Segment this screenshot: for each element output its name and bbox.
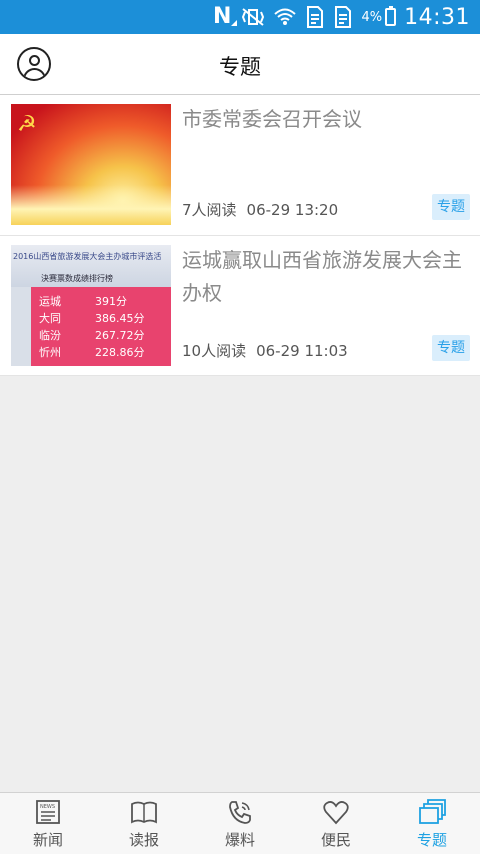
battery-percent: 4% — [361, 9, 383, 25]
nav-label: 专题 — [416, 831, 447, 849]
nav-item-tipoff[interactable]: 爆料 — [192, 793, 288, 854]
photo-subtitle-text: 決赛票数成绩排行榜 — [41, 274, 113, 283]
clock: 14:31 — [404, 4, 470, 30]
party-emblem-icon: ☭ — [17, 112, 37, 137]
topic-tag: 专题 — [432, 335, 470, 361]
nav-item-read-paper[interactable]: 读报 — [96, 793, 192, 854]
read-count: 10人阅读 — [182, 342, 247, 360]
article-meta: 10人阅读 06-29 11:03 — [182, 340, 348, 361]
bottom-nav: NEWS 新闻 读报 爆料 便民 专题 — [0, 792, 480, 854]
sim-card-icon — [305, 6, 325, 28]
open-paper-icon — [131, 801, 157, 824]
article-title: 市委常委会召开会议 — [182, 107, 362, 131]
article-meta: 7人阅读 06-29 13:20 — [182, 199, 338, 220]
photo-row: 运城 391分 — [39, 295, 127, 308]
stacked-cards-icon — [419, 799, 446, 824]
status-bar: N 4% 14:31 — [0, 0, 480, 34]
topic-tag: 专题 — [432, 194, 470, 220]
article-thumbnail: ☭ — [11, 104, 171, 225]
publish-time: 06-29 13:20 — [246, 201, 339, 219]
article-list: ☭ 市委常委会召开会议 7人阅读 06-29 13:20 专题 2016山西省旅游… — [0, 95, 480, 376]
nav-label: 爆料 — [224, 831, 255, 849]
photo-row: 忻州 228.86分 — [39, 346, 145, 359]
heart-icon — [323, 801, 349, 825]
svg-text:NEWS: NEWS — [40, 804, 55, 810]
photo-row: 大同 386.45分 — [39, 312, 145, 325]
nav-label: 读报 — [128, 831, 159, 849]
list-item[interactable]: 2016山西省旅游发展大会主办城市评选活 決赛票数成绩排行榜 运城 391分 大同… — [0, 236, 480, 376]
nav-label: 便民 — [320, 831, 351, 849]
article-thumbnail: 2016山西省旅游发展大会主办城市评选活 決赛票数成绩排行榜 运城 391分 大同… — [11, 245, 171, 366]
vibrate-icon — [241, 7, 265, 27]
article-title: 运城赢取山西省旅游发展大会主办权 — [182, 248, 462, 305]
photo-row: 临汾 267.72分 — [39, 329, 145, 342]
publish-time: 06-29 11:03 — [256, 342, 348, 360]
photo-banner-text: 2016山西省旅游发展大会主办城市评选活 — [13, 252, 162, 261]
phone-icon — [229, 801, 251, 824]
sim-card-icon — [333, 6, 353, 28]
list-item[interactable]: ☭ 市委常委会召开会议 7人阅读 06-29 13:20 专题 — [0, 95, 480, 236]
nav-label: 新闻 — [32, 831, 63, 849]
nfc-icon: N — [213, 4, 239, 29]
page-title: 专题 — [219, 55, 261, 79]
battery-indicator: 4% — [361, 6, 397, 26]
nav-item-news[interactable]: NEWS 新闻 — [0, 793, 96, 854]
app-header: 专题 — [0, 34, 480, 95]
newspaper-icon: NEWS — [36, 800, 60, 824]
wifi-icon — [273, 7, 297, 27]
nav-item-topics[interactable]: 专题 — [384, 793, 480, 854]
nav-item-services[interactable]: 便民 — [288, 793, 384, 854]
read-count: 7人阅读 — [182, 201, 237, 219]
battery-icon — [385, 6, 397, 26]
